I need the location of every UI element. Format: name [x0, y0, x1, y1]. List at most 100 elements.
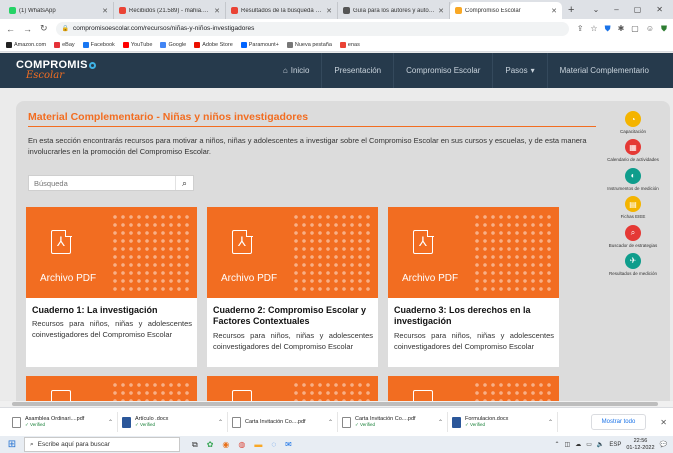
- notifications-icon[interactable]: 💬: [660, 441, 667, 448]
- bookmark-new-tab[interactable]: Nueva pestaña: [286, 41, 332, 48]
- download-item[interactable]: Artículo .docx ✓ Verified ⌃: [118, 412, 228, 432]
- nav-inicio[interactable]: ⌂ Inicio: [271, 53, 322, 88]
- download-item[interactable]: Formulacion.docx ✓ Verified ⌃: [448, 412, 558, 432]
- search-icon: ⌕: [30, 440, 34, 448]
- quick-calendario[interactable]: ▦ Calendario de actividades: [607, 139, 659, 162]
- card-thumbnail[interactable]: ⅄ Archivo PDF: [26, 207, 197, 298]
- search-icon[interactable]: ⌕: [175, 176, 193, 190]
- bookmark-enas[interactable]: enas: [339, 41, 360, 48]
- card-title[interactable]: Cuaderno 2: Compromiso Escolar y Factore…: [213, 305, 373, 328]
- search-input[interactable]: [29, 176, 175, 190]
- quick-buscador[interactable]: ⌕ Buscador de estrategias: [607, 224, 659, 248]
- minimize-button[interactable]: –: [614, 5, 618, 14]
- windows-taskbar: ⊞ ⌕ Escribe aquí para buscar ⧉ ✿ ◉ ◍ ▬ ◌…: [0, 436, 673, 453]
- resource-card-3[interactable]: ⅄ Archivo PDF Cuaderno 3: Los derechos e…: [388, 207, 559, 367]
- task-view-icon[interactable]: ⧉: [192, 440, 198, 450]
- share-icon[interactable]: ⇪: [577, 24, 584, 33]
- extension-green-shield-icon[interactable]: ⛊: [661, 24, 667, 34]
- nav-material-complementario[interactable]: Material Complementario: [546, 53, 661, 88]
- bookmark-paramount[interactable]: Paramount+: [240, 41, 279, 48]
- search-icon: ⌕: [625, 224, 641, 241]
- taskbar-apps: ⧉ ✿ ◉ ◍ ▬ ◌ ✉: [192, 440, 292, 450]
- edge-icon[interactable]: ◌: [271, 440, 276, 449]
- quick-capacitacion[interactable]: ◔ Capacitación: [607, 111, 659, 134]
- browser-tab-gmail[interactable]: Recibidos (21.589) - mahia.sa.c ✕: [114, 2, 226, 19]
- chrome-icon[interactable]: ◍: [238, 440, 245, 449]
- bookmark-facebook[interactable]: Facebook: [82, 41, 115, 48]
- windows-start-icon[interactable]: ⊞: [0, 439, 24, 450]
- bookmark-ebay[interactable]: eBay: [54, 41, 75, 48]
- maximize-button[interactable]: ▢: [634, 5, 642, 14]
- clock[interactable]: 22:56 01-12-2022: [626, 438, 654, 451]
- sidebar-icon[interactable]: ▢: [631, 24, 639, 33]
- language-indicator[interactable]: ESP: [609, 442, 621, 448]
- download-item[interactable]: Carta Invitación Co....pdf ⌃: [228, 412, 338, 432]
- resource-card-1[interactable]: ⅄ Archivo PDF Cuaderno 1: La investigaci…: [26, 207, 197, 367]
- file-explorer-icon[interactable]: ▬: [254, 440, 262, 449]
- browser-tab-whatsapp[interactable]: (1) WhatsApp ✕: [4, 2, 114, 19]
- resource-card-5-partial[interactable]: [207, 376, 378, 403]
- close-icon[interactable]: ✕: [551, 7, 557, 15]
- quick-instrumentos[interactable]: ◐ Instrumentos de medición: [607, 167, 659, 191]
- quick-fichas[interactable]: ▤ Fichas EIEE: [607, 196, 659, 219]
- resource-card-2[interactable]: ⅄ Archivo PDF Cuaderno 2: Compromiso Esc…: [207, 207, 378, 367]
- quick-resultados[interactable]: ✈ Resultados de medición: [607, 252, 659, 276]
- card-title[interactable]: Cuaderno 3: Los derechos en la investiga…: [394, 305, 554, 328]
- cloud-icon[interactable]: ☁: [575, 441, 581, 448]
- card-thumbnail[interactable]: ⅄ Archivo PDF: [388, 207, 559, 298]
- battery-icon[interactable]: ▭: [586, 441, 592, 448]
- nav-compromiso-escolar[interactable]: Compromiso Escolar: [393, 53, 492, 88]
- close-icon[interactable]: ✕: [214, 7, 220, 15]
- extension-shield-icon[interactable]: ⛊: [605, 24, 611, 34]
- new-tab-button[interactable]: +: [562, 2, 580, 19]
- nav-presentacion[interactable]: Presentación: [321, 53, 393, 88]
- reload-icon[interactable]: ↻: [40, 23, 48, 34]
- forward-arrow-icon[interactable]: →: [23, 24, 32, 34]
- chevron-up-icon[interactable]: ⌃: [548, 419, 553, 426]
- back-arrow-icon[interactable]: ←: [6, 24, 15, 34]
- facebook-icon: [82, 41, 89, 48]
- close-icon[interactable]: ✕: [102, 7, 108, 15]
- tab-search-icon[interactable]: ⌄: [593, 5, 600, 14]
- download-item[interactable]: Carta Invitación Co....pdf ✓ Verified ⌃: [338, 412, 448, 432]
- card-title[interactable]: Cuaderno 1: La investigación: [32, 305, 192, 316]
- bookmark-youtube[interactable]: YouTube: [122, 41, 152, 48]
- bookmark-adobe-store[interactable]: Adobe Store: [194, 41, 233, 48]
- browser-tab-search-results[interactable]: Resultados de la búsqueda - m ✕: [226, 2, 338, 19]
- site-logo[interactable]: COMPROMIS Escolar: [16, 60, 96, 81]
- close-icon[interactable]: ✕: [660, 418, 667, 427]
- profile-icon[interactable]: ☺: [646, 24, 654, 33]
- bookmark-star-icon[interactable]: ☆: [590, 24, 597, 33]
- chevron-up-icon[interactable]: ⌃: [328, 419, 333, 426]
- volume-icon[interactable]: 🔈: [597, 441, 604, 448]
- chevron-up-icon[interactable]: ⌃: [438, 419, 443, 426]
- extensions-puzzle-icon[interactable]: ✱: [618, 24, 625, 33]
- url-field[interactable]: 🔒 compromisoescolar.com/recursos/niñas-y…: [55, 21, 569, 36]
- browser-tab-author-guide[interactable]: Guía para los autores y autoras ✕: [338, 2, 450, 19]
- pdf-file-icon: [342, 416, 351, 428]
- home-icon: ⌂: [282, 66, 288, 75]
- scrollbar-thumb[interactable]: [12, 402, 658, 406]
- close-icon[interactable]: ✕: [438, 7, 444, 15]
- bookmark-google[interactable]: Google: [160, 41, 186, 48]
- resource-card-4-partial[interactable]: [26, 376, 197, 403]
- office-icon[interactable]: ◉: [222, 440, 229, 449]
- resource-card-6-partial[interactable]: [388, 376, 559, 403]
- browser-tab-compromiso-escolar[interactable]: Compromiso Escolar ✕: [450, 2, 562, 19]
- mail-icon[interactable]: ✉: [285, 440, 292, 449]
- chevron-up-icon[interactable]: ⌃: [555, 441, 560, 448]
- download-item[interactable]: Asamblea Ordinari....pdf ✓ Verified ⌃: [8, 412, 118, 432]
- show-all-downloads-button[interactable]: Mostrar todo: [590, 414, 647, 430]
- taskbar-search[interactable]: ⌕ Escribe aquí para buscar: [24, 437, 180, 452]
- chevron-up-icon[interactable]: ⌃: [218, 419, 223, 426]
- close-icon[interactable]: ✕: [326, 7, 332, 15]
- card-thumbnail[interactable]: ⅄ Archivo PDF: [207, 207, 378, 298]
- results-icon: ✈: [625, 252, 641, 269]
- network-icon[interactable]: ◫: [565, 441, 571, 448]
- nav-pasos[interactable]: Pasos ▾: [492, 53, 546, 88]
- close-window-button[interactable]: ✕: [656, 5, 663, 14]
- chevron-up-icon[interactable]: ⌃: [108, 419, 113, 426]
- bookmark-amazon[interactable]: Amazon.com: [6, 41, 46, 48]
- browser-toolbar: ⇪ ☆ ⛊ ✱ ▢ ☺ ⛊: [577, 24, 667, 34]
- app-icon[interactable]: ✿: [207, 440, 214, 449]
